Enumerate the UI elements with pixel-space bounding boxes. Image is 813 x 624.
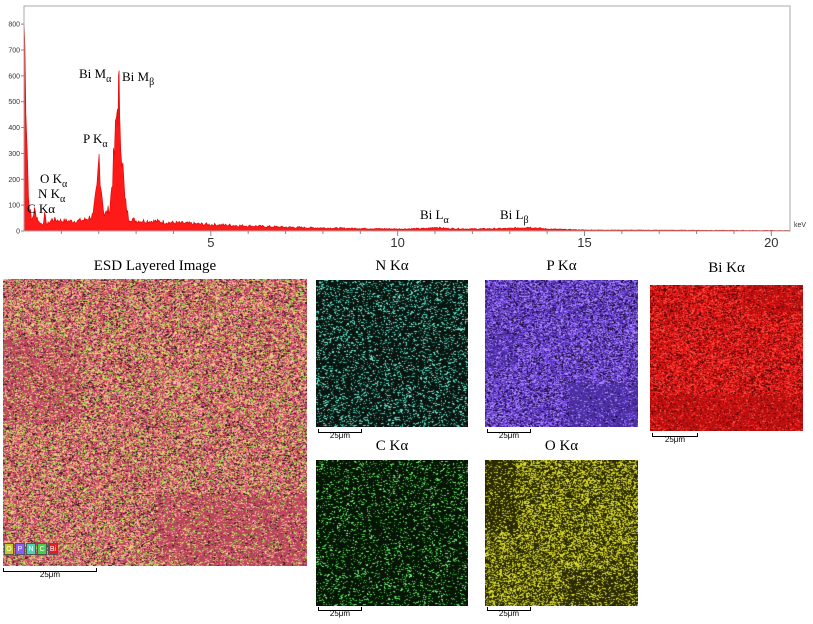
x-tick-label: 20 xyxy=(764,235,778,250)
c-map-title: C Kα xyxy=(375,438,409,454)
legend-swatch: C xyxy=(37,543,47,555)
p-map-image xyxy=(485,280,638,427)
eds-spectrum-chart: 0 100 200 300 400 500 600 700 800 5 10 15 20 keV Bi… xyxy=(8,5,806,250)
y-tick-label: 700 xyxy=(8,47,20,54)
peak-label: Bi Mβ xyxy=(122,69,154,88)
bi-scalebar-label: 25μm xyxy=(664,435,686,444)
y-tick-label: 100 xyxy=(8,203,20,210)
layered-image xyxy=(3,279,307,566)
peak-label: Bi Lα xyxy=(420,207,449,226)
y-tick-label: 500 xyxy=(8,99,20,106)
c-scalebar-label: 25μm xyxy=(329,609,351,618)
bi-map-image xyxy=(650,285,803,431)
y-tick-label: 600 xyxy=(8,73,20,80)
layered-image-title: ESD Layered Image xyxy=(93,258,217,274)
x-tick-label: 15 xyxy=(577,235,591,250)
x-tick-label: 5 xyxy=(207,235,214,250)
legend-swatch: O xyxy=(4,543,14,555)
legend-swatch: N xyxy=(26,543,36,555)
x-axis-label: keV xyxy=(794,222,806,229)
p-map-title: P Kα xyxy=(546,258,577,274)
legend-swatch: P xyxy=(15,543,25,555)
legend-swatch: Bi xyxy=(48,543,58,555)
bi-map-title: Bi Kα xyxy=(708,260,745,276)
peak-label: Bi Mα xyxy=(79,66,112,85)
layered-scalebar-label: 25μm xyxy=(39,570,61,579)
spectrum-area xyxy=(23,17,791,232)
n-map-title: N Kα xyxy=(375,258,409,274)
o-map-title: O Kα xyxy=(544,438,579,454)
y-tick-label: 400 xyxy=(8,125,20,132)
y-tick-label: 800 xyxy=(8,22,20,29)
y-tick-label: 0 xyxy=(16,229,20,236)
n-map-image xyxy=(316,280,468,427)
o-scalebar-label: 25μm xyxy=(498,609,520,618)
x-tick-label: 10 xyxy=(390,235,404,250)
o-map-image xyxy=(485,460,638,606)
peak-label: C Kα xyxy=(27,201,55,216)
plot-frame xyxy=(23,5,791,232)
peak-label: P Kα xyxy=(83,131,108,150)
y-tick-label: 300 xyxy=(8,151,20,158)
c-map-image xyxy=(316,460,468,606)
y-tick-label: 200 xyxy=(8,177,20,184)
element-legend: O P N C Bi xyxy=(4,543,58,555)
peak-label: Bi Lβ xyxy=(500,207,529,226)
